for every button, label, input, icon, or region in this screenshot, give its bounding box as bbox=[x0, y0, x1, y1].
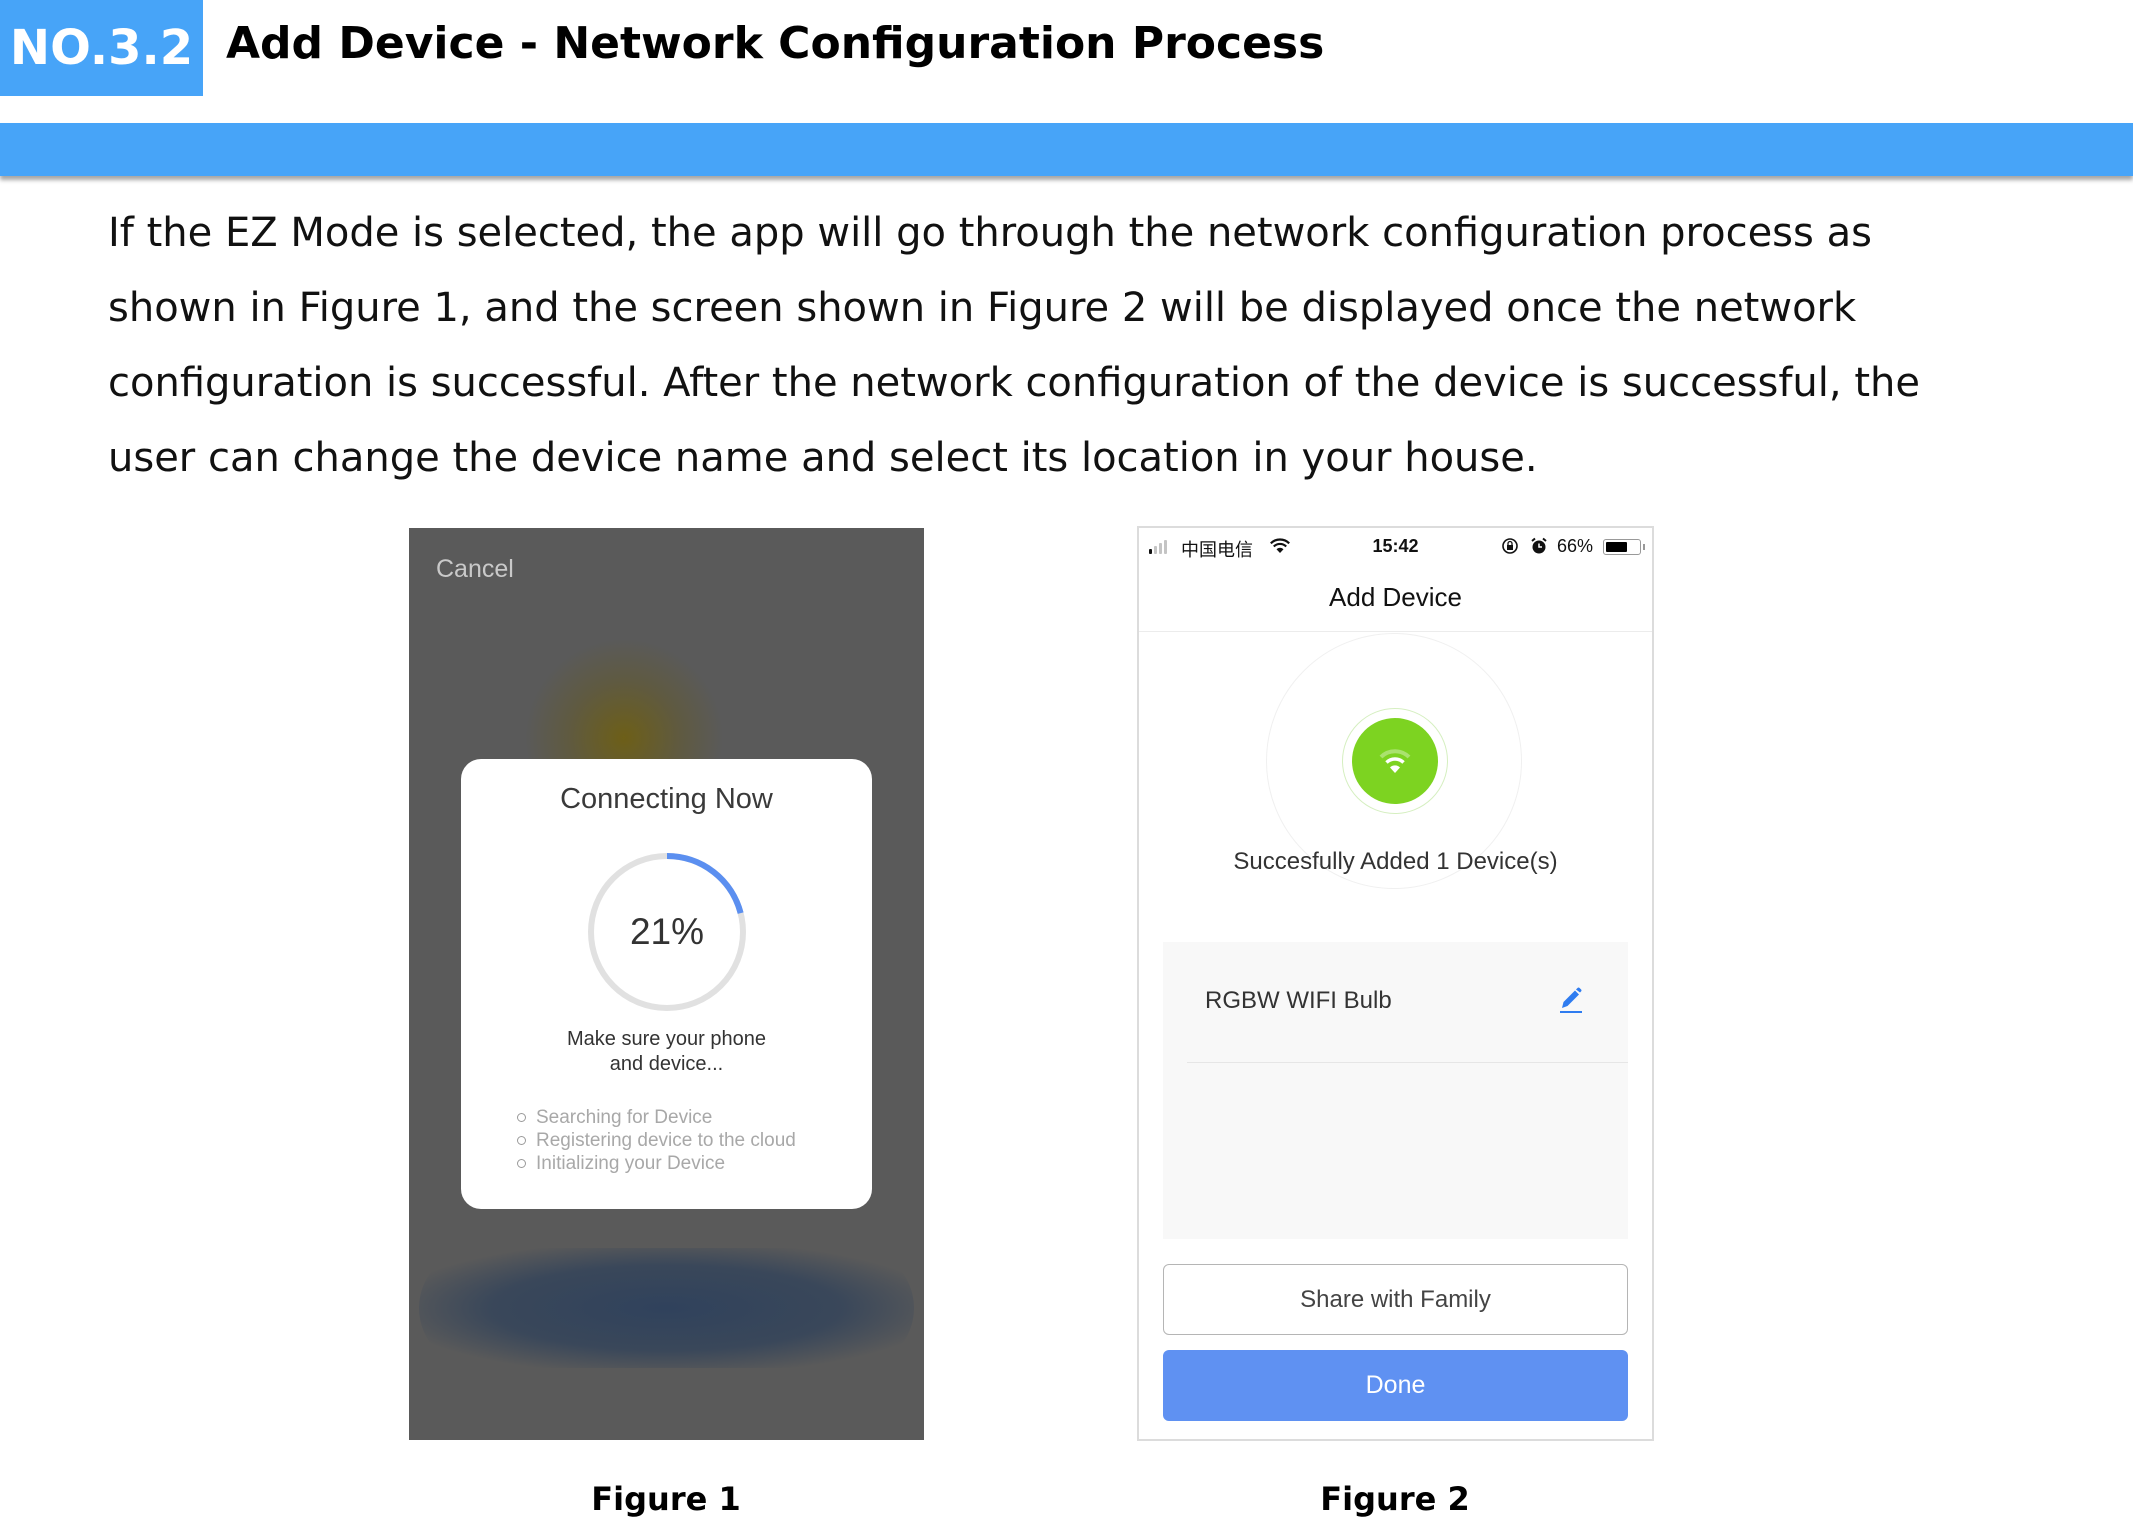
progress-percent: 21% bbox=[629, 911, 705, 952]
paragraph-line: user can change the device name and sele… bbox=[108, 435, 1538, 481]
edit-pencil-icon[interactable] bbox=[1558, 986, 1584, 1016]
header-divider-bar bbox=[0, 123, 2133, 176]
step-label: Registering device to the cloud bbox=[536, 1130, 796, 1151]
screen-title: Add Device bbox=[1329, 582, 1462, 612]
section-number-badge: NO.3.2 bbox=[0, 0, 203, 96]
body-paragraph: If the EZ Mode is selected, the app will… bbox=[108, 196, 2008, 496]
list-divider bbox=[1187, 1062, 1628, 1063]
paragraph-line: shown in Figure 1, and the screen shown … bbox=[108, 285, 1857, 331]
nav-divider bbox=[1139, 631, 1652, 632]
step-item: Searching for Device bbox=[517, 1106, 796, 1129]
success-message: Succesfully Added 1 Device(s) bbox=[1233, 848, 1558, 875]
wifi-icon bbox=[1379, 749, 1411, 773]
blurred-button-background bbox=[419, 1248, 914, 1368]
alarm-icon bbox=[1531, 537, 1547, 554]
step-list: Searching for Device Registering device … bbox=[517, 1106, 796, 1175]
device-list-panel: RGBW WIFI Bulb bbox=[1163, 942, 1628, 1239]
done-button[interactable]: Done bbox=[1163, 1350, 1628, 1421]
step-circle-icon bbox=[517, 1136, 526, 1145]
step-item: Registering device to the cloud bbox=[517, 1129, 796, 1152]
step-label: Initializing your Device bbox=[536, 1153, 726, 1174]
status-bar: 中国电信 15:42 66% bbox=[1139, 534, 1652, 560]
message-line: Make sure your phone bbox=[566, 1028, 766, 1050]
battery-icon bbox=[1603, 539, 1641, 555]
message-line: and device... bbox=[609, 1053, 724, 1075]
device-name: RGBW WIFI Bulb bbox=[1205, 987, 1392, 1014]
figure2-success-screen: 中国电信 15:42 66% Add Device Succesfully Ad… bbox=[1137, 526, 1654, 1441]
connection-message: Make sure your phone and device... bbox=[461, 1027, 872, 1077]
section-title: Add Device - Network Configuration Proce… bbox=[226, 18, 1325, 69]
rotation-lock-icon bbox=[1502, 538, 1518, 554]
step-circle-icon bbox=[517, 1113, 526, 1122]
connecting-dialog: Connecting Now 21% Make sure your phone … bbox=[461, 759, 872, 1209]
battery-tip bbox=[1643, 544, 1645, 550]
figure1-connecting-screen: Cancel Connecting Now 21% Make sure your… bbox=[409, 528, 924, 1440]
dialog-title: Connecting Now bbox=[560, 783, 773, 815]
cancel-button[interactable]: Cancel bbox=[436, 555, 514, 584]
step-circle-icon bbox=[517, 1159, 526, 1168]
paragraph-line: If the EZ Mode is selected, the app will… bbox=[108, 210, 1872, 256]
battery-percent: 66% bbox=[1557, 536, 1594, 556]
paragraph-line: configuration is successful. After the n… bbox=[108, 360, 1920, 406]
battery-level bbox=[1606, 542, 1628, 552]
success-badge bbox=[1352, 718, 1438, 804]
step-label: Searching for Device bbox=[536, 1107, 713, 1128]
figure1-caption: Figure 1 bbox=[591, 1480, 741, 1518]
figure2-caption: Figure 2 bbox=[1320, 1480, 1470, 1518]
step-item: Initializing your Device bbox=[517, 1152, 796, 1175]
share-with-family-button[interactable]: Share with Family bbox=[1163, 1264, 1628, 1335]
